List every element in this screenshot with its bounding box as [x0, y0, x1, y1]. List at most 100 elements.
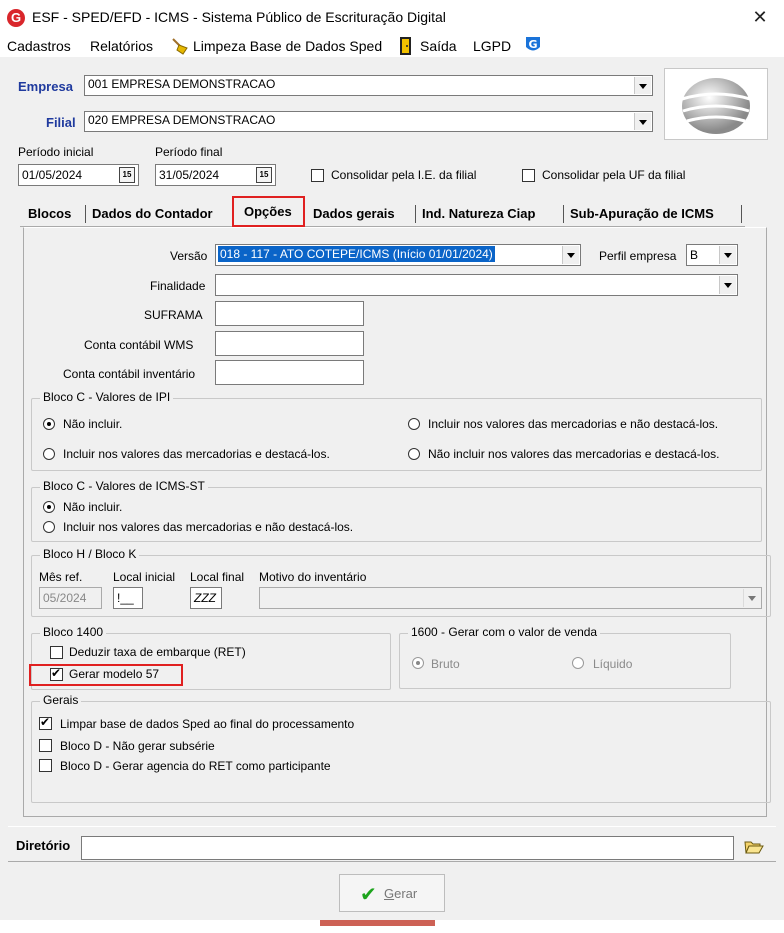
bloco-hk-title: Bloco H / Bloco K	[40, 547, 140, 561]
tab-dados-contador[interactable]: Dados do Contador	[86, 201, 219, 227]
finalidade-label: Finalidade	[150, 279, 206, 293]
limpar-base-checkbox[interactable]	[39, 715, 52, 730]
periodo-final-label: Período final	[155, 145, 223, 159]
ipi-nao-incluir-label: Não incluir.	[63, 417, 123, 431]
versao-label: Versão	[170, 249, 208, 263]
empresa-select[interactable]: 001 EMPRESA DEMONSTRACAO	[84, 75, 653, 96]
versao-select[interactable]: 018 - 117 - ATO COTEPE/ICMS (Início 01/0…	[215, 244, 581, 266]
broom-icon	[172, 38, 188, 55]
suframa-label: SUFRAMA	[144, 308, 203, 322]
tab-divider	[741, 205, 742, 223]
chevron-down-icon[interactable]	[719, 276, 736, 294]
conta-inventario-input[interactable]	[215, 360, 364, 385]
conta-inventario-label: Conta contábil inventário	[63, 367, 196, 381]
svg-text:G: G	[528, 38, 537, 51]
sphere-logo-icon	[681, 78, 751, 134]
periodo-final-value: 31/05/2024	[159, 168, 220, 182]
exit-door-icon	[400, 37, 411, 55]
gerar-button[interactable]: ✔ Gerar	[339, 874, 445, 912]
calendar-icon[interactable]: 15	[256, 167, 272, 183]
icmsst-nao-incluir-label: Não incluir.	[63, 500, 123, 514]
folder-open-icon[interactable]	[744, 838, 764, 856]
liquido-radio[interactable]	[572, 657, 584, 669]
tab-blocos[interactable]: Blocos	[22, 201, 77, 227]
deduzir-taxa-label: Deduzir taxa de embarque (RET)	[69, 645, 246, 659]
suframa-input[interactable]	[215, 301, 364, 326]
icmsst-incluir-label: Incluir nos valores das mercadorias e nã…	[63, 520, 354, 534]
chevron-down-icon[interactable]	[719, 246, 736, 264]
chevron-down-icon[interactable]	[634, 113, 651, 130]
ipi-incluir-nao-destacar-radio[interactable]	[408, 418, 420, 430]
nao-gerar-subserie-label: Bloco D - Não gerar subsérie	[60, 739, 215, 753]
perfil-select[interactable]: B	[686, 244, 738, 266]
conta-wms-label: Conta contábil WMS	[84, 338, 194, 352]
local-inicial-label: Local inicial	[113, 570, 176, 584]
bloco-1600-title: 1600 - Gerar com o valor de venda	[408, 625, 601, 639]
icmsst-incluir-radio[interactable]	[43, 521, 55, 533]
diretorio-label: Diretório	[16, 838, 71, 853]
agencia-ret-checkbox[interactable]	[39, 759, 52, 772]
deduzir-taxa-checkbox[interactable]	[50, 646, 63, 659]
gerar-modelo57-label: Gerar modelo 57	[69, 667, 160, 681]
gerar-label: Gerar	[384, 886, 418, 901]
menu-cadastros[interactable]: Cadastros	[7, 38, 71, 54]
shield-g-icon[interactable]: G	[524, 35, 542, 55]
versao-value: 018 - 117 - ATO COTEPE/ICMS (Início 01/0…	[218, 246, 495, 262]
empresa-value: 001 EMPRESA DEMONSTRACAO	[88, 77, 276, 91]
chevron-down-icon[interactable]	[562, 246, 579, 264]
limpar-base-label: Limpar base de dados Sped ao final do pr…	[60, 717, 355, 731]
icmsst-nao-incluir-radio[interactable]	[43, 501, 55, 513]
app-logo-icon: G	[7, 9, 25, 27]
menu-lgpd[interactable]: LGPD	[473, 38, 511, 54]
tab-natureza-ciap[interactable]: Ind. Natureza Ciap	[416, 201, 541, 227]
close-icon[interactable]: ✕	[744, 5, 776, 29]
calendar-icon[interactable]: 15	[119, 167, 135, 183]
bloco-1400-title: Bloco 1400	[40, 625, 107, 639]
consolidar-uf-label: Consolidar pela UF da filial	[542, 168, 686, 182]
background-text-fragment	[320, 920, 435, 933]
empresa-label: Empresa	[18, 79, 73, 94]
ipi-incluir-destacar-radio[interactable]	[43, 448, 55, 460]
window-title: ESF - SPED/EFD - ICMS - Sistema Público …	[32, 9, 446, 25]
motivo-label: Motivo do inventário	[259, 570, 367, 584]
ipi-nao-incluir-destacar-label: Não incluir nos valores das mercadorias …	[428, 447, 720, 461]
mes-ref-label: Mês ref.	[39, 570, 83, 584]
bruto-label: Bruto	[431, 657, 460, 671]
ipi-nao-incluir-destacar-radio[interactable]	[408, 448, 420, 460]
consolidar-ie-label: Consolidar pela I.E. da filial	[331, 168, 477, 182]
chevron-down-icon[interactable]	[634, 77, 651, 94]
ipi-incluir-destacar-label: Incluir nos valores das mercadorias e de…	[63, 447, 330, 461]
diretorio-input[interactable]	[81, 836, 734, 860]
conta-wms-input[interactable]	[215, 331, 364, 356]
chevron-down-icon[interactable]	[743, 589, 760, 607]
perfil-label: Perfil empresa	[599, 249, 677, 263]
bloco-c-icmsst-title: Bloco C - Valores de ICMS-ST	[40, 479, 208, 493]
local-inicial-input[interactable]: !__	[113, 587, 143, 609]
menu-relatorios[interactable]: Relatórios	[90, 38, 153, 54]
consolidar-ie-checkbox[interactable]	[311, 169, 324, 182]
consolidar-uf-checkbox[interactable]	[522, 169, 535, 182]
filial-label: Filial	[46, 115, 76, 130]
bruto-radio[interactable]	[412, 657, 424, 669]
periodo-inicial-label: Período inicial	[18, 145, 94, 159]
gerar-modelo57-checkbox[interactable]	[50, 666, 63, 681]
local-final-label: Local final	[190, 570, 245, 584]
agencia-ret-label: Bloco D - Gerar agencia do RET como part…	[60, 759, 331, 773]
local-inicial-value: !__	[117, 591, 134, 605]
ipi-incluir-nao-destacar-label: Incluir nos valores das mercadorias e nã…	[428, 417, 719, 431]
perfil-value: B	[690, 248, 699, 262]
ipi-nao-incluir-radio[interactable]	[43, 418, 55, 430]
tab-sub-apuracao[interactable]: Sub-Apuração de ICMS	[564, 201, 720, 227]
mes-ref-input[interactable]: 05/2024	[39, 587, 102, 609]
tab-dados-gerais[interactable]: Dados gerais	[307, 201, 401, 227]
filial-select[interactable]: 020 EMPRESA DEMONSTRACAO	[84, 111, 653, 132]
motivo-select[interactable]	[259, 587, 762, 609]
menu-limpeza[interactable]: Limpeza Base de Dados Sped	[193, 38, 382, 54]
menu-saida[interactable]: Saída	[420, 38, 457, 54]
finalidade-select[interactable]	[215, 274, 738, 296]
liquido-label: Líquido	[593, 657, 633, 671]
company-logo	[664, 68, 768, 140]
local-final-input[interactable]: ZZZ	[190, 587, 222, 609]
tab-opcoes[interactable]: Opções	[238, 199, 298, 225]
nao-gerar-subserie-checkbox[interactable]	[39, 739, 52, 752]
